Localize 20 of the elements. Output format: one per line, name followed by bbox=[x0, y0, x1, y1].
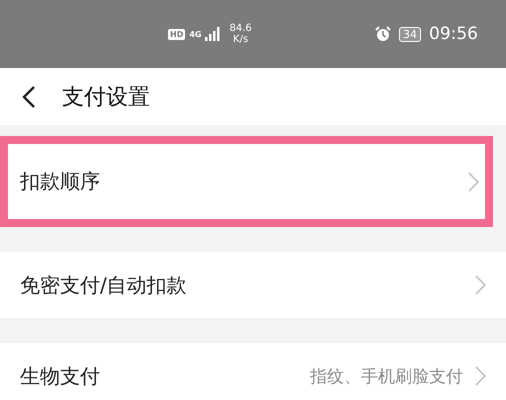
settings-row[interactable]: 生物支付 指纹、手机刷脸支付 bbox=[0, 343, 506, 400]
speed-unit: K/s bbox=[233, 34, 248, 45]
clock-time: 09:56 bbox=[429, 24, 478, 44]
row-value: 指纹、手机刷脸支付 bbox=[310, 366, 463, 388]
network-type: 4G bbox=[189, 30, 202, 38]
hd-badge: HD bbox=[168, 28, 186, 40]
row-label: 免密支付/自动扣款 bbox=[20, 272, 188, 298]
battery-icon: 34 bbox=[399, 26, 421, 42]
settings-row[interactable]: 扣款顺序 bbox=[8, 144, 485, 219]
page-title: 支付设置 bbox=[62, 84, 150, 112]
row-label: 扣款顺序 bbox=[20, 168, 101, 195]
chevron-icon bbox=[475, 275, 486, 295]
signal-icon bbox=[205, 27, 222, 41]
chevron-icon bbox=[475, 366, 486, 386]
speed-value: 84.6 bbox=[229, 23, 252, 34]
row-label: 生物支付 bbox=[20, 362, 101, 390]
chevron-icon bbox=[468, 172, 479, 192]
back-icon[interactable] bbox=[22, 84, 36, 108]
settings-row[interactable]: 免密支付/自动扣款 bbox=[0, 252, 506, 318]
alarm-icon bbox=[375, 26, 391, 42]
